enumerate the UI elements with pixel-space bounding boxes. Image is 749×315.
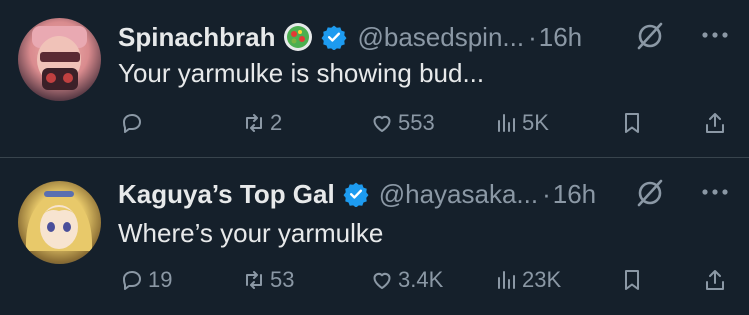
verified-badge-icon[interactable] bbox=[321, 24, 347, 51]
tweet-header: Spinachbrah @basedspin... · 16h bbox=[118, 20, 582, 54]
like-icon bbox=[373, 272, 391, 289]
display-name[interactable]: Kaguya’s Top Gal bbox=[118, 179, 335, 210]
tweet-divider bbox=[0, 157, 749, 158]
retweet-button[interactable]: 2 bbox=[242, 108, 282, 138]
share-button[interactable] bbox=[703, 265, 727, 295]
reply-icon bbox=[123, 114, 141, 133]
bookmark-button[interactable] bbox=[620, 265, 644, 295]
retweet-icon bbox=[246, 271, 262, 289]
tweet-actions: 2 553 5K bbox=[118, 108, 738, 138]
grok-icon[interactable] bbox=[635, 178, 665, 208]
bookmark-icon bbox=[625, 270, 639, 290]
handle[interactable]: @basedspin... bbox=[357, 22, 524, 53]
timestamp[interactable]: 16h bbox=[539, 22, 582, 53]
avatar[interactable] bbox=[18, 18, 101, 101]
reply-count: 19 bbox=[148, 267, 173, 292]
separator-dot: · bbox=[528, 21, 537, 52]
bookmark-button[interactable] bbox=[620, 108, 644, 138]
verified-badge-icon[interactable] bbox=[343, 181, 369, 208]
share-icon bbox=[706, 113, 724, 133]
views-button[interactable]: 5K bbox=[494, 108, 549, 138]
retweet-button[interactable]: 53 bbox=[242, 265, 294, 295]
tweet[interactable]: Spinachbrah @basedspin... · 16h Your yar… bbox=[0, 0, 749, 157]
like-count: 3.4K bbox=[398, 267, 444, 292]
like-count: 553 bbox=[398, 110, 435, 135]
retweet-icon bbox=[246, 114, 262, 132]
avatar[interactable] bbox=[18, 181, 101, 264]
retweet-count: 53 bbox=[270, 267, 295, 292]
share-icon bbox=[706, 270, 724, 290]
like-button[interactable]: 553 bbox=[370, 108, 435, 138]
bookmark-icon bbox=[625, 113, 639, 133]
tweet[interactable]: Kaguya’s Top Gal @hayasaka... · 16h Wher… bbox=[0, 159, 749, 315]
salad-emoji-icon bbox=[283, 22, 313, 52]
like-icon bbox=[373, 115, 391, 132]
more-icon[interactable] bbox=[701, 187, 729, 197]
like-button[interactable]: 3.4K bbox=[370, 265, 443, 295]
tweet-text: Where’s your yarmulke bbox=[118, 218, 384, 248]
timestamp[interactable]: 16h bbox=[553, 179, 596, 210]
views-count: 23K bbox=[522, 267, 562, 292]
reply-icon bbox=[123, 271, 141, 290]
share-button[interactable] bbox=[703, 108, 727, 138]
reply-button[interactable] bbox=[120, 108, 148, 138]
grok-icon[interactable] bbox=[635, 21, 665, 51]
tweet-actions: 19 53 3.4K 23K bbox=[118, 265, 738, 295]
reply-button[interactable]: 19 bbox=[120, 265, 172, 295]
tweet-text: Your yarmulke is showing bud... bbox=[118, 58, 485, 88]
display-name[interactable]: Spinachbrah bbox=[118, 22, 275, 53]
retweet-count: 2 bbox=[270, 110, 283, 135]
more-icon[interactable] bbox=[701, 30, 729, 40]
separator-dot: · bbox=[542, 178, 551, 209]
tweet-header: Kaguya’s Top Gal @hayasaka... · 16h bbox=[118, 177, 596, 211]
handle[interactable]: @hayasaka... bbox=[379, 179, 538, 210]
views-icon bbox=[498, 271, 515, 289]
views-button[interactable]: 23K bbox=[494, 265, 561, 295]
views-count: 5K bbox=[522, 110, 549, 135]
views-icon bbox=[498, 114, 515, 132]
